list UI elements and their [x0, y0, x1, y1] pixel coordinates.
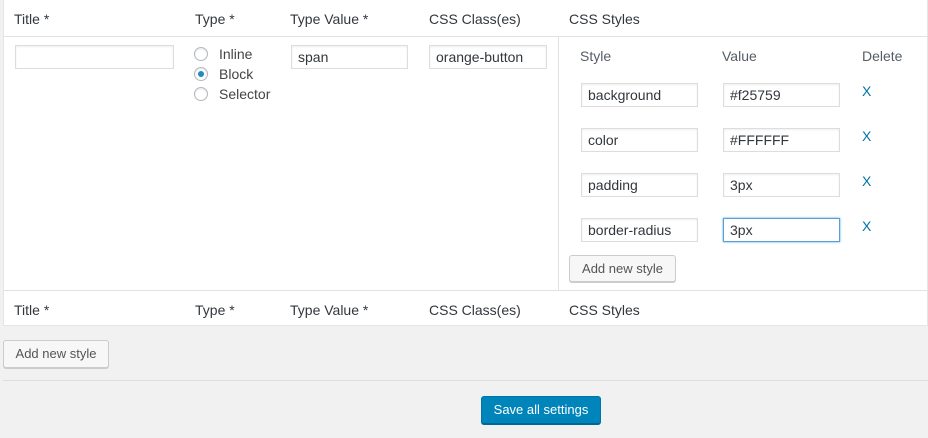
- delete-style-link[interactable]: X: [862, 128, 871, 144]
- add-new-style-button[interactable]: Add new style: [3, 340, 109, 368]
- column-divider: [558, 36, 559, 290]
- styles-table: Title * Type * Type Value * CSS Class(es…: [3, 0, 928, 326]
- radio-label-inline: Inline: [219, 46, 253, 62]
- column-footer-type: Type *: [195, 302, 235, 318]
- style-value-input[interactable]: #FFFFFF: [723, 128, 840, 152]
- style-property-input[interactable]: padding: [581, 173, 698, 197]
- column-footer-type-value: Type Value *: [290, 302, 369, 318]
- radio-selector[interactable]: [194, 87, 208, 101]
- style-value-input[interactable]: 3px: [723, 173, 840, 197]
- column-header-css-classes: CSS Class(es): [429, 11, 521, 27]
- column-header-type-value: Type Value *: [290, 11, 369, 27]
- style-property-input[interactable]: color: [581, 128, 698, 152]
- add-style-row-button[interactable]: Add new style: [569, 255, 676, 282]
- style-value-input[interactable]: 3px: [723, 218, 840, 242]
- save-all-settings-button[interactable]: Save all settings: [481, 396, 601, 424]
- radio-label-block: Block: [219, 66, 254, 82]
- delete-column-header: Delete: [862, 48, 903, 64]
- table-row: Inline Block Selector span orange-button…: [4, 36, 928, 290]
- delete-style-link[interactable]: X: [862, 173, 871, 189]
- column-footer-title: Title *: [14, 302, 50, 318]
- delete-style-link[interactable]: X: [862, 218, 871, 234]
- value-column-header: Value: [722, 48, 757, 64]
- section-divider: [3, 380, 928, 381]
- settings-page: Title * Type * Type Value * CSS Class(es…: [0, 0, 928, 438]
- column-header-title: Title *: [14, 11, 50, 27]
- table-footer: Title * Type * Type Value * CSS Class(es…: [4, 290, 928, 327]
- radio-block[interactable]: [194, 67, 208, 81]
- column-header-css-styles: CSS Styles: [569, 11, 640, 27]
- table-header: Title * Type * Type Value * CSS Class(es…: [4, 0, 928, 37]
- style-property-input[interactable]: background: [581, 83, 698, 107]
- title-input[interactable]: [15, 45, 174, 69]
- style-property-input[interactable]: border-radius: [581, 218, 698, 242]
- style-value-input[interactable]: #f25759: [723, 83, 840, 107]
- column-header-type: Type *: [195, 11, 235, 27]
- column-footer-css-classes: CSS Class(es): [429, 302, 521, 318]
- style-column-header: Style: [580, 48, 612, 64]
- column-footer-css-styles: CSS Styles: [569, 302, 640, 318]
- delete-style-link[interactable]: X: [862, 83, 871, 99]
- css-class-input[interactable]: orange-button: [429, 45, 547, 69]
- radio-label-selector: Selector: [219, 86, 271, 102]
- radio-inline[interactable]: [194, 47, 208, 61]
- type-value-input[interactable]: span: [291, 45, 408, 69]
